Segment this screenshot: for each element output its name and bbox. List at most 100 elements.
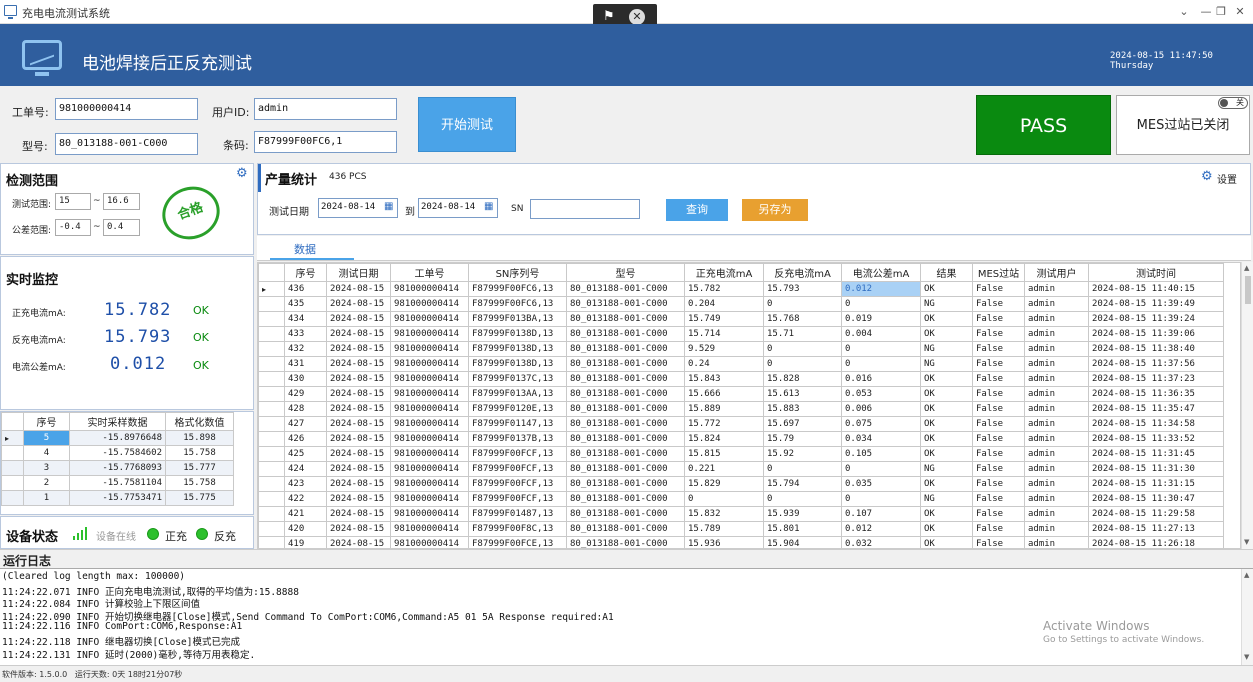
grid-cell[interactable]: 80_013188-001-C000 <box>566 326 685 342</box>
grid-cell[interactable]: 2024-08-15 11:37:23 <box>1088 371 1224 387</box>
grid-cell[interactable]: 15.782 <box>684 281 764 297</box>
table-row[interactable]: 423 2024-08-15 981000000414 F87999F00FCF,13… <box>258 476 1224 492</box>
row-header[interactable] <box>258 341 285 357</box>
grid-cell[interactable]: 15.889 <box>684 401 764 417</box>
grid-cell[interactable]: 80_013188-001-C000 <box>566 431 685 447</box>
grid-cell[interactable]: 15.801 <box>763 521 842 537</box>
scroll-down-icon[interactable]: ▼ <box>1244 538 1249 546</box>
grid-cell[interactable]: 80_013188-001-C000 <box>566 491 685 507</box>
grid-cell[interactable]: 2024-08-15 <box>326 461 391 477</box>
grid-cell[interactable]: 2024-08-15 11:29:58 <box>1088 506 1224 522</box>
grid-cell[interactable]: admin <box>1024 521 1089 537</box>
grid-cell[interactable]: 981000000414 <box>390 296 469 312</box>
grid-cell[interactable]: 426 <box>284 431 327 447</box>
grid-cell[interactable]: 2024-08-15 <box>326 326 391 342</box>
grid-cell[interactable]: 981000000414 <box>390 326 469 342</box>
grid-cell[interactable]: 80_013188-001-C000 <box>566 386 685 402</box>
grid-cell[interactable]: 80_013188-001-C000 <box>566 476 685 492</box>
grid-cell[interactable]: F87999F00FCF,13 <box>468 491 567 507</box>
table-row[interactable]: 433 2024-08-15 981000000414 F87999F0138D,13… <box>258 326 1224 342</box>
grid-cell[interactable]: 0 <box>763 491 842 507</box>
grid-cell[interactable]: OK <box>920 311 973 327</box>
grid-cell[interactable]: 15.768 <box>763 311 842 327</box>
grid-cell[interactable]: 425 <box>284 446 327 462</box>
grid-cell[interactable]: 2024-08-15 11:34:58 <box>1088 416 1224 432</box>
grid-cell[interactable]: 981000000414 <box>390 311 469 327</box>
flag-icon[interactable]: ⚑ <box>603 9 615 24</box>
grid-cell[interactable]: 80_013188-001-C000 <box>566 536 685 548</box>
grid-cell[interactable]: 80_013188-001-C000 <box>566 341 685 357</box>
model-input[interactable]: 80_013188-001-C000 <box>55 133 198 155</box>
grid-cell[interactable]: 981000000414 <box>390 521 469 537</box>
column-header[interactable]: 测试日期 <box>326 263 391 282</box>
grid-cell[interactable]: 15.794 <box>763 476 842 492</box>
log-scrollbar[interactable]: ▲ ▼ <box>1241 569 1253 665</box>
grid-cell[interactable]: 981000000414 <box>390 371 469 387</box>
row-header[interactable] <box>1 475 24 491</box>
column-header[interactable]: 实时采样数据 <box>69 412 166 431</box>
grid-cell[interactable]: OK <box>920 476 973 492</box>
grid-cell[interactable]: F87999F0120E,13 <box>468 401 567 417</box>
grid-cell[interactable]: 0 <box>763 356 842 372</box>
grid-cell[interactable]: 981000000414 <box>390 491 469 507</box>
grid-cell[interactable]: 981000000414 <box>390 431 469 447</box>
tab-data[interactable]: 数据 <box>294 241 316 257</box>
grid-cell[interactable]: admin <box>1024 311 1089 327</box>
grid-cell[interactable]: 428 <box>284 401 327 417</box>
column-header[interactable]: 正充电流mA <box>684 263 764 282</box>
grid-cell[interactable]: 2024-08-15 <box>326 401 391 417</box>
log-scroll-down-icon[interactable]: ▼ <box>1244 653 1249 661</box>
grid-cell[interactable]: admin <box>1024 431 1089 447</box>
grid-cell[interactable]: 981000000414 <box>390 281 469 297</box>
grid-cell[interactable]: 423 <box>284 476 327 492</box>
grid-cell[interactable]: 15.714 <box>684 326 764 342</box>
grid-cell[interactable]: False <box>972 296 1025 312</box>
grid-cell[interactable]: 2024-08-15 <box>326 311 391 327</box>
grid-cell[interactable]: False <box>972 356 1025 372</box>
grid-cell[interactable]: admin <box>1024 386 1089 402</box>
table-row[interactable]: 425 2024-08-15 981000000414 F87999F00FCF,13… <box>258 446 1224 462</box>
grid-cell[interactable]: 0 <box>841 356 921 372</box>
grid-cell[interactable]: 2024-08-15 11:39:24 <box>1088 311 1224 327</box>
grid-cell[interactable]: NG <box>920 341 973 357</box>
date-from-calendar-icon[interactable]: ▦ <box>384 201 393 212</box>
table-row[interactable]: 431 2024-08-15 981000000414 F87999F0138D,13… <box>258 356 1224 372</box>
grid-cell[interactable]: 2024-08-15 11:35:47 <box>1088 401 1224 417</box>
grid-cell[interactable]: False <box>972 281 1025 297</box>
sample-row[interactable]: 2 -15.7581104 15.758 <box>1 475 234 491</box>
grid-cell[interactable]: OK <box>920 281 973 297</box>
grid-cell[interactable]: 981000000414 <box>390 461 469 477</box>
log-scroll-up-icon[interactable]: ▲ <box>1244 571 1249 579</box>
grid-cell[interactable]: 80_013188-001-C000 <box>566 446 685 462</box>
grid-cell[interactable]: False <box>972 371 1025 387</box>
grid-cell[interactable]: 981000000414 <box>390 401 469 417</box>
grid-cell[interactable]: 2024-08-15 11:38:40 <box>1088 341 1224 357</box>
grid-cell[interactable]: 80_013188-001-C000 <box>566 356 685 372</box>
row-header[interactable] <box>1 445 24 461</box>
grid-cell[interactable]: 0 <box>763 296 842 312</box>
grid-cell[interactable]: 0.006 <box>841 401 921 417</box>
grid-cell[interactable]: OK <box>920 386 973 402</box>
grid-cell[interactable]: 427 <box>284 416 327 432</box>
table-row[interactable]: 421 2024-08-15 981000000414 F87999F01487,13… <box>258 506 1224 522</box>
grid-cell[interactable]: F87999F00FCF,13 <box>468 461 567 477</box>
grid-cell[interactable]: 2024-08-15 <box>326 506 391 522</box>
grid-cell[interactable]: 434 <box>284 311 327 327</box>
grid-cell[interactable]: F87999F0138D,13 <box>468 356 567 372</box>
grid-cell[interactable]: 15.939 <box>763 506 842 522</box>
grid-cell[interactable]: F87999F0137C,13 <box>468 371 567 387</box>
grid-cell[interactable]: 15.824 <box>684 431 764 447</box>
grid-cell[interactable]: 0.012 <box>841 521 921 537</box>
grid-cell[interactable]: 2024-08-15 <box>326 521 391 537</box>
scroll-up-icon[interactable]: ▲ <box>1244 264 1249 272</box>
table-row[interactable]: ▸ 436 2024-08-15 981000000414 F87999F00FC6,1… <box>258 281 1224 297</box>
grid-cell[interactable]: 2024-08-15 11:27:13 <box>1088 521 1224 537</box>
sample-row[interactable]: ▸ 5 -15.8976648 15.898 <box>1 430 234 446</box>
grid-cell[interactable]: False <box>972 386 1025 402</box>
grid-cell[interactable]: 981000000414 <box>390 536 469 548</box>
grid-cell[interactable]: False <box>972 446 1025 462</box>
grid-cell[interactable]: admin <box>1024 371 1089 387</box>
column-header[interactable]: 结果 <box>920 263 973 282</box>
grid-cell[interactable]: 422 <box>284 491 327 507</box>
row-header[interactable] <box>258 296 285 312</box>
